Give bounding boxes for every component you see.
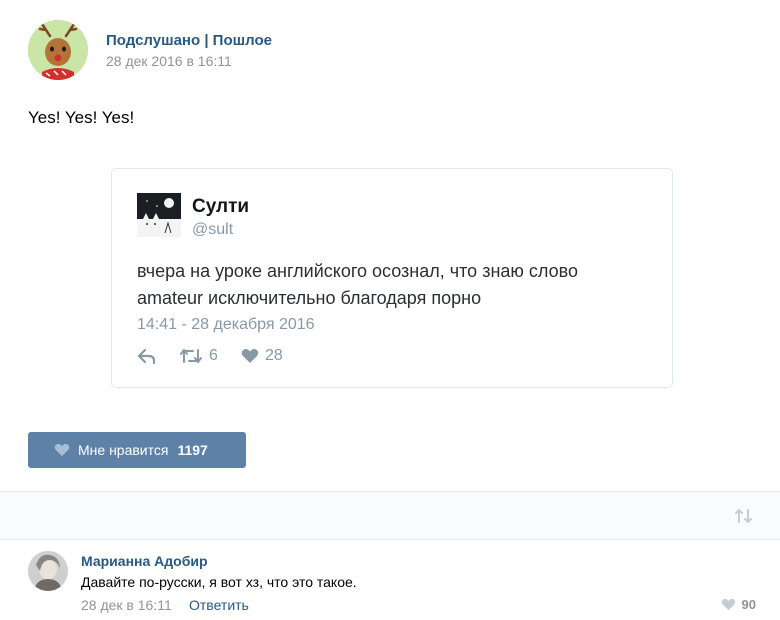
heart-icon <box>54 443 70 457</box>
sort-icon <box>735 509 752 523</box>
like-button-label: Мне нравится <box>78 442 169 458</box>
comments-sort-bar <box>0 492 780 540</box>
tweet-avatar[interactable] <box>137 193 181 237</box>
tweet-reply-button[interactable] <box>137 347 157 365</box>
comment-like-button[interactable]: 90 <box>721 597 756 612</box>
divider <box>0 539 780 540</box>
comment-author-avatar[interactable] <box>28 551 68 591</box>
group-name-link[interactable]: Подслушано | Пошлое <box>106 32 272 49</box>
post-date[interactable]: 28 дек 2016 в 16:11 <box>106 53 232 69</box>
tweet-like-button[interactable]: 28 <box>241 347 283 365</box>
comment-text: Давайте по-русски, я вот хз, что это так… <box>81 574 357 590</box>
tweet-author-name[interactable]: Султи <box>192 196 249 218</box>
tweet-timestamp[interactable]: 14:41 - 28 декабря 2016 <box>137 316 315 334</box>
tweet-text: вчера на уроке английского осознал, что … <box>137 261 578 308</box>
comment-date[interactable]: 28 дек в 16:11 <box>81 597 172 613</box>
post-text: Yes! Yes! Yes! <box>28 108 135 127</box>
reply-icon <box>137 348 156 365</box>
tweet-retweet-button[interactable]: 6 <box>179 347 218 365</box>
cat-avatar-icon <box>137 193 181 237</box>
tweet-retweet-count: 6 <box>209 347 218 364</box>
like-button[interactable]: Мне нравится 1197 <box>28 432 246 468</box>
like-count: 1197 <box>177 442 208 458</box>
user-avatar-icon <box>28 551 68 591</box>
embedded-tweet[interactable]: Султи @sult вчера на уроке английского о… <box>111 168 673 388</box>
group-avatar[interactable] <box>28 20 88 80</box>
sort-comments-button[interactable] <box>734 508 754 529</box>
tweet-like-count: 28 <box>265 347 283 364</box>
heart-icon <box>241 349 259 363</box>
reply-link[interactable]: Ответить <box>189 597 249 613</box>
retweet-icon <box>180 349 202 363</box>
heart-icon <box>721 598 735 611</box>
comment-like-count: 90 <box>741 597 756 612</box>
tweet-author-handle[interactable]: @sult <box>192 221 233 239</box>
reindeer-avatar-icon <box>28 20 88 80</box>
comment-author-name[interactable]: Марианна Адобир <box>81 553 208 569</box>
